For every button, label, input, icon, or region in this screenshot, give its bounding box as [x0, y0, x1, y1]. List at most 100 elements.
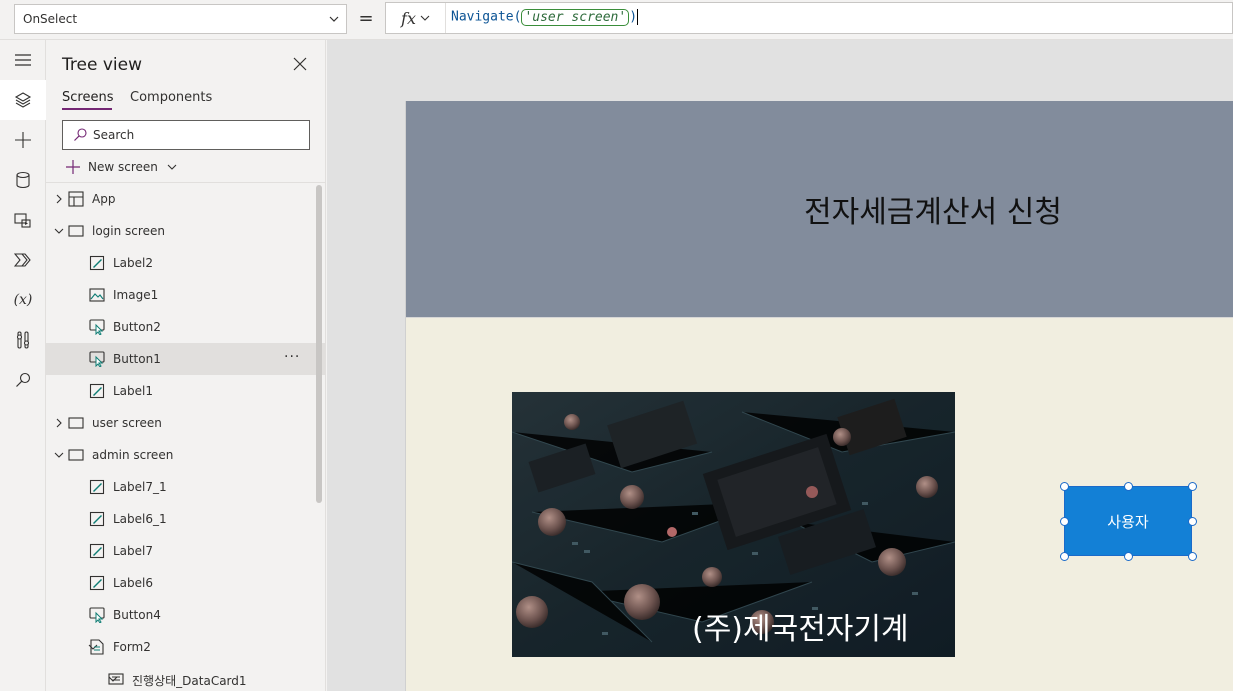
tree-node-user-screen[interactable]: user screen — [46, 407, 326, 439]
chevron-down-icon — [420, 15, 430, 21]
tree-node-admin-screen[interactable]: admin screen — [46, 439, 326, 471]
tree-node-label7_1[interactable]: Label7_1 — [46, 471, 326, 503]
text-cursor — [637, 9, 639, 25]
tree-scrollbar[interactable] — [316, 185, 322, 503]
screen-icon — [68, 449, 84, 461]
button-icon — [89, 319, 105, 335]
tree-node-label: Label2 — [113, 256, 154, 270]
tree-node-button2[interactable]: Button2 — [46, 311, 326, 343]
formula-bar: OnSelect = fx Navigate('user screen') — [0, 0, 1233, 40]
search-rail-button[interactable] — [0, 360, 46, 400]
resize-handle[interactable] — [1124, 552, 1133, 561]
plus-icon — [66, 160, 80, 174]
label-icon — [89, 479, 105, 495]
database-icon — [16, 171, 30, 189]
header-title-label[interactable]: 전자세금계산서 신청 — [804, 187, 1062, 231]
label-icon — [89, 255, 105, 271]
more-options-button[interactable]: ··· — [284, 349, 300, 365]
tree-node-image1[interactable]: Image1 — [46, 279, 326, 311]
search-icon — [16, 372, 31, 387]
circuit-board-image[interactable]: (주)제국전자기계 — [512, 392, 955, 657]
formula-string-arg: 'user screen' — [521, 8, 630, 26]
property-dropdown-value: OnSelect — [23, 12, 78, 26]
tree-node-label: Form2 — [113, 640, 151, 654]
variables-button[interactable]: (x) — [0, 280, 46, 320]
tree-node-label2[interactable]: Label2 — [46, 247, 326, 279]
datacard-icon — [108, 673, 124, 685]
chevron-right-icon[interactable] — [54, 194, 64, 204]
tree-node-label1[interactable]: Label1 — [46, 375, 326, 407]
resize-handle[interactable] — [1060, 552, 1069, 561]
variables-icon: (x) — [13, 292, 33, 308]
tab-components[interactable]: Components — [130, 90, 212, 105]
tree-list: App login screen Label2 Image1 Button2 Button… — [46, 183, 326, 691]
header-band[interactable]: 전자세금계산서 신청 — [406, 101, 1233, 318]
tree-search-input[interactable]: Search — [62, 120, 310, 150]
tree-node-label: Label6 — [113, 576, 154, 590]
tree-node-label: Button1 — [113, 352, 161, 366]
tree-node-label: Image1 — [113, 288, 159, 302]
hamburger-menu-button[interactable] — [0, 40, 46, 80]
tree-view-panel: Tree view Screens Components Search New … — [46, 40, 326, 691]
tree-node-label: Label1 — [113, 384, 154, 398]
new-screen-button[interactable]: New screen — [66, 158, 186, 176]
tree-node-label7[interactable]: Label7 — [46, 535, 326, 567]
formula-input[interactable]: fx Navigate('user screen') — [385, 2, 1233, 34]
insert-button[interactable] — [0, 120, 46, 160]
chevron-down-icon[interactable] — [54, 226, 64, 236]
tree-view-title: Tree view — [62, 55, 142, 75]
property-dropdown[interactable]: OnSelect — [14, 4, 347, 34]
resize-handle[interactable] — [1060, 482, 1069, 491]
tree-node-label6_1[interactable]: Label6_1 — [46, 503, 326, 535]
design-canvas: 전자세금계산서 신청 (주)제국전자기계 사용자 — [327, 40, 1233, 691]
tree-node-label: Label6_1 — [113, 512, 167, 526]
tree-node-label6[interactable]: Label6 — [46, 567, 326, 599]
resize-handle[interactable] — [1188, 517, 1197, 526]
plus-icon — [15, 132, 31, 148]
resize-handle[interactable] — [1188, 482, 1197, 491]
label-icon — [89, 543, 105, 559]
close-icon[interactable] — [292, 56, 308, 72]
screen-icon — [68, 417, 84, 429]
chevron-down-icon — [329, 16, 339, 22]
tree-node-label: admin screen — [92, 448, 174, 462]
resize-handle[interactable] — [1124, 482, 1133, 491]
formula-text[interactable]: Navigate('user screen') — [451, 8, 639, 26]
power-automate-button[interactable] — [0, 240, 46, 280]
layers-icon — [14, 92, 32, 108]
screen-icon — [68, 225, 84, 237]
chevron-right-icon[interactable] — [54, 418, 64, 428]
tree-node-label: Label7_1 — [113, 480, 167, 494]
resize-handle[interactable] — [1060, 517, 1069, 526]
advanced-tools-button[interactable] — [0, 320, 46, 360]
tree-node-button4[interactable]: Button4 — [46, 599, 326, 631]
tree-node-login-screen[interactable]: login screen — [46, 215, 326, 247]
tools-icon — [16, 331, 30, 349]
tree-node-button1[interactable]: Button1 ··· — [46, 343, 326, 375]
media-button[interactable] — [0, 200, 46, 240]
tree-node-진행상태_datacard1[interactable]: 진행상태_DataCard1 — [46, 663, 326, 691]
resize-handle[interactable] — [1188, 552, 1197, 561]
tree-search-placeholder: Search — [93, 128, 135, 142]
media-icon — [14, 213, 31, 228]
user-button[interactable]: 사용자 — [1064, 486, 1192, 556]
app-screen[interactable]: 전자세금계산서 신청 (주)제국전자기계 사용자 — [405, 101, 1233, 691]
power-automate-icon — [14, 253, 31, 267]
formula-function: Navigate — [451, 9, 514, 25]
label-icon — [89, 575, 105, 591]
tree-node-form2[interactable]: Form2 — [46, 631, 326, 663]
button-icon — [89, 351, 105, 367]
fx-icon: fx — [401, 8, 416, 28]
formula-paren-close: ) — [629, 9, 638, 25]
chevron-down-icon[interactable] — [54, 450, 64, 460]
hamburger-icon — [15, 54, 31, 66]
tree-node-app[interactable]: App — [46, 183, 326, 215]
fx-button[interactable]: fx — [386, 3, 446, 33]
label-icon — [89, 383, 105, 399]
tree-node-label: App — [92, 192, 116, 206]
data-button[interactable] — [0, 160, 46, 200]
tree-view-button[interactable] — [0, 80, 46, 120]
tab-screens[interactable]: Screens — [62, 90, 113, 105]
tree-node-label: Label7 — [113, 544, 154, 558]
company-name-label[interactable]: (주)제국전자기계 — [692, 604, 909, 648]
